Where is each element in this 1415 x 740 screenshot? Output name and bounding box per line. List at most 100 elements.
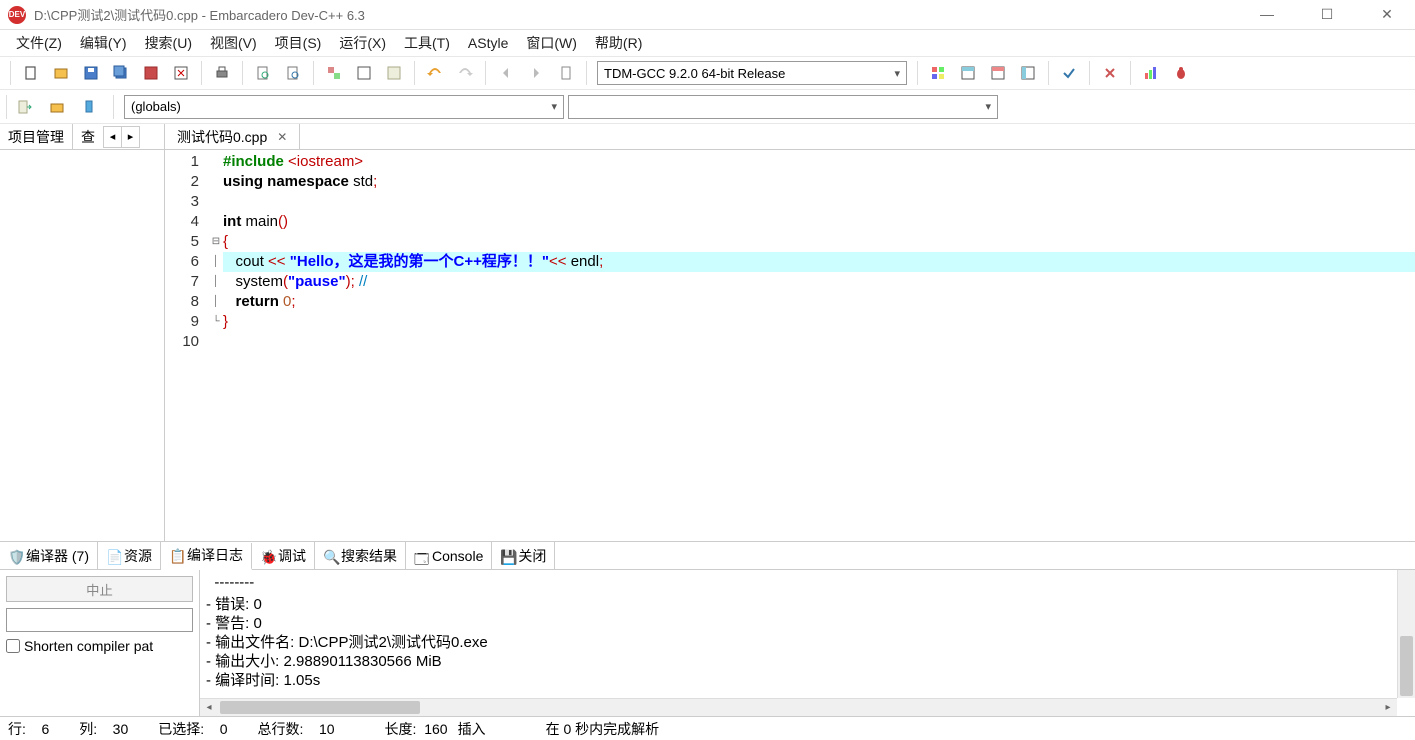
class-tab[interactable]: 查	[72, 124, 103, 150]
save-small-icon: 💾	[500, 549, 514, 563]
chevron-down-icon: ▾	[551, 100, 557, 113]
bug-icon[interactable]	[1167, 60, 1195, 86]
compile-run-icon[interactable]	[380, 60, 408, 86]
status-parse: 在 0 秒内完成解析	[546, 719, 660, 739]
menu-search[interactable]: 搜索(U)	[137, 30, 200, 56]
globals-dropdown[interactable]: (globals) ▾	[124, 95, 564, 119]
output-tabs: 🛡️编译器 (7) 📄资源 📋编译日志 🐞调试 🔍搜索结果 🗔Console 💾…	[0, 542, 1415, 570]
code-editor[interactable]: 1 2 3 4 5 6 7 8 9 10 ⊟ │││└ #include <io…	[165, 150, 1415, 541]
fold-marker-icon[interactable]: ⊟	[209, 232, 223, 252]
undo-icon[interactable]	[249, 60, 277, 86]
output-side-controls: 中止 Shorten compiler pat	[0, 570, 200, 716]
panel1-icon[interactable]	[954, 60, 982, 86]
save-all-icon[interactable]	[107, 60, 135, 86]
shorten-checkbox-input[interactable]	[6, 639, 20, 653]
cancel-icon[interactable]	[1096, 60, 1124, 86]
back-icon[interactable]	[492, 60, 520, 86]
window-controls: — ☐ ✕	[1247, 6, 1407, 23]
menu-file[interactable]: 文件(Z)	[8, 30, 70, 56]
hscroll-thumb[interactable]	[220, 701, 420, 714]
chart-icon[interactable]	[1137, 60, 1165, 86]
project-tab[interactable]: 项目管理	[0, 124, 72, 150]
menu-tools[interactable]: 工具(T)	[396, 30, 458, 56]
new-file-icon[interactable]	[17, 60, 45, 86]
run-icon[interactable]	[350, 60, 378, 86]
menu-help[interactable]: 帮助(R)	[587, 30, 650, 56]
output-body: 中止 Shorten compiler pat -------- - 错误: 0…	[0, 570, 1415, 716]
log-icon: 📋	[169, 548, 183, 562]
compile-log-output[interactable]: -------- - 错误: 0 - 警告: 0 - 输出文件名: D:\CPP…	[200, 570, 1415, 716]
status-length: 长度: 160	[385, 719, 448, 739]
open-project-icon[interactable]	[47, 60, 75, 86]
tab-resources[interactable]: 📄资源	[98, 542, 161, 569]
shorten-path-checkbox[interactable]: Shorten compiler pat	[6, 638, 193, 654]
menu-window[interactable]: 窗口(W)	[518, 30, 585, 56]
main-area: 项目管理 查 ◂ ▸ 测试代码0.cpp ✕ 1 2 3 4 5 6 7	[0, 124, 1415, 541]
compiler-select[interactable]: TDM-GCC 9.2.0 64-bit Release ▾	[597, 61, 907, 85]
main-toolbar: TDM-GCC 9.2.0 64-bit Release ▾	[0, 56, 1415, 90]
vertical-scrollbar[interactable]	[1397, 570, 1415, 698]
project-tree-area[interactable]	[0, 150, 164, 541]
panel2-icon[interactable]	[984, 60, 1012, 86]
tab-debug[interactable]: 🐞调试	[252, 542, 315, 569]
stop-button[interactable]: 中止	[6, 576, 193, 602]
file-tab-active[interactable]: 测试代码0.cpp ✕	[165, 124, 300, 149]
status-bar: 行: 6 列: 30 已选择: 0 总行数: 10 长度: 160 插入 在 0…	[0, 716, 1415, 740]
menu-bar: 文件(Z) 编辑(Y) 搜索(U) 视图(V) 项目(S) 运行(X) 工具(T…	[0, 30, 1415, 56]
search-icon: 🔍	[323, 549, 337, 563]
compile-icon[interactable]	[320, 60, 348, 86]
app-icon: DEV	[8, 6, 26, 24]
tab-search-results[interactable]: 🔍搜索结果	[315, 542, 406, 569]
save-as-icon[interactable]	[137, 60, 165, 86]
menu-project[interactable]: 项目(S)	[267, 30, 330, 56]
undo-arrow-icon[interactable]	[421, 60, 449, 86]
filter-input[interactable]	[6, 608, 193, 632]
symbols-dropdown[interactable]: ▾	[568, 95, 998, 119]
bookmark2-icon[interactable]	[75, 94, 103, 120]
scroll-right-icon[interactable]: ▸	[1379, 699, 1397, 716]
file-tabs: 测试代码0.cpp ✕	[165, 124, 1415, 150]
close-button[interactable]: ✕	[1367, 6, 1407, 23]
close-tab-icon[interactable]: ✕	[277, 130, 287, 144]
window-title: D:\CPP测试2\测试代码0.cpp - Embarcadero Dev-C+…	[34, 5, 1247, 24]
panel3-icon[interactable]	[1014, 60, 1042, 86]
close-file-icon[interactable]	[167, 60, 195, 86]
grid-icon[interactable]	[924, 60, 952, 86]
print-icon[interactable]	[208, 60, 236, 86]
status-line: 行: 6	[8, 719, 49, 739]
tab-compile-log[interactable]: 📋编译日志	[161, 543, 252, 570]
maximize-button[interactable]: ☐	[1307, 6, 1347, 23]
menu-edit[interactable]: 编辑(Y)	[72, 30, 135, 56]
debug-icon: 🐞	[260, 549, 274, 563]
globals-value: (globals)	[131, 99, 181, 114]
status-total-lines: 总行数: 10	[258, 719, 335, 739]
folder-icon[interactable]	[43, 94, 71, 120]
save-icon[interactable]	[77, 60, 105, 86]
doc-icon: 📄	[106, 549, 120, 563]
nav-left-icon[interactable]: ◂	[104, 126, 122, 148]
fold-column: ⊟ │││└	[209, 150, 223, 541]
status-col: 列: 30	[79, 719, 128, 739]
tab-console[interactable]: 🗔Console	[406, 542, 492, 569]
nav-right-icon[interactable]: ▸	[122, 126, 140, 148]
scroll-thumb[interactable]	[1400, 636, 1413, 696]
tab-close[interactable]: 💾关闭	[492, 542, 555, 569]
menu-astyle[interactable]: AStyle	[460, 32, 516, 54]
horizontal-scrollbar[interactable]: ◂ ▸	[200, 698, 1397, 716]
chevron-down-icon: ▾	[894, 67, 900, 80]
redo-arrow-icon[interactable]	[451, 60, 479, 86]
check-icon[interactable]	[1055, 60, 1083, 86]
bookmark-icon[interactable]	[552, 60, 580, 86]
line-gutter: 1 2 3 4 5 6 7 8 9 10	[165, 150, 209, 541]
redo-icon[interactable]	[279, 60, 307, 86]
code-content[interactable]: #include <iostream> using namespace std;…	[223, 150, 1415, 541]
forward-icon[interactable]	[522, 60, 550, 86]
compiler-select-value: TDM-GCC 9.2.0 64-bit Release	[604, 66, 785, 81]
minimize-button[interactable]: —	[1247, 6, 1287, 23]
menu-run[interactable]: 运行(X)	[331, 30, 394, 56]
goto-icon[interactable]	[11, 94, 39, 120]
menu-view[interactable]: 视图(V)	[202, 30, 265, 56]
scroll-left-icon[interactable]: ◂	[200, 699, 218, 716]
tab-compiler[interactable]: 🛡️编译器 (7)	[0, 542, 98, 569]
status-selected: 已选择: 0	[158, 719, 227, 739]
